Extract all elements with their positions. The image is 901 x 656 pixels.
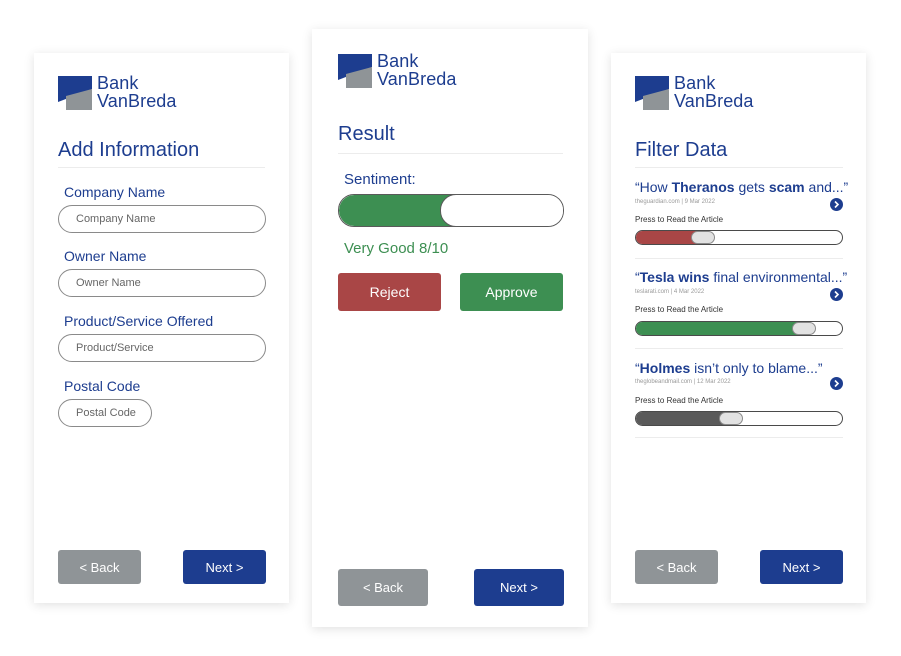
article-source: theguardian.com | 9 Mar 2022 [635,199,715,205]
sentiment-meter [338,194,564,227]
approve-button[interactable]: Approve [460,273,563,311]
sentiment-label: Sentiment: [344,171,416,188]
next-button[interactable]: Next > [474,569,564,606]
reject-button[interactable]: Reject [338,273,441,311]
add-information-screen: Bank VanBreda Add Information Company Na… [34,53,289,603]
owner-name-input[interactable] [58,269,266,297]
chevron-right-icon[interactable] [830,288,843,301]
brand-line1: Bank [674,73,716,93]
bank-logo-icon [58,76,92,110]
page-title: Add Information [58,139,200,161]
page-title: Filter Data [635,139,728,161]
postal-code-input[interactable] [58,399,152,427]
article-sentiment-bar [635,230,843,245]
article-press-label: Press to Read the Article [635,215,724,224]
next-button[interactable]: Next > [760,550,843,584]
article-press-label: Press to Read the Article [635,396,724,405]
brand-line2: VanBreda [377,69,457,89]
page-title: Result [338,123,395,145]
article-sentiment-knob [719,412,743,425]
brand-line2: VanBreda [97,91,177,111]
article-press-label: Press to Read the Article [635,305,724,314]
sentiment-meter-knob [440,195,563,226]
article-source: theglobeandmail.com | 12 Mar 2022 [635,379,731,385]
company-name-label: Company Name [64,184,166,200]
brand-line2: VanBreda [674,91,754,111]
back-button[interactable]: < Back [338,569,428,606]
article-divider [635,348,843,349]
article-divider [635,258,843,259]
article-title[interactable]: “How Theranos gets scam and...” [635,179,848,195]
owner-name-label: Owner Name [64,248,147,264]
article-sentiment-bar [635,411,843,426]
brand-line1: Bank [377,51,419,71]
article-title[interactable]: “Holmes isn’t only to blame...” [635,360,823,376]
chevron-right-icon[interactable] [830,198,843,211]
bank-logo-icon [338,54,372,88]
filter-data-screen: Bank VanBreda Filter Data “How Theranos … [611,53,866,603]
chevron-right-icon[interactable] [830,377,843,390]
article-divider [635,437,843,438]
title-divider [58,167,265,168]
product-service-input[interactable] [58,334,266,362]
result-screen: Bank VanBreda Result Sentiment: Very Goo… [312,29,588,627]
back-button[interactable]: < Back [58,550,141,584]
article-sentiment-knob [691,231,715,244]
bank-logo-icon [635,76,669,110]
article-source: teslarati.com | 4 Mar 2022 [635,289,705,295]
postal-code-label: Postal Code [64,378,141,394]
product-service-label: Product/Service Offered [64,313,214,329]
article-sentiment-fill [636,412,731,425]
article-title[interactable]: “Tesla wins final environmental...” [635,269,847,285]
article-sentiment-bar [635,321,843,336]
article-sentiment-fill [636,322,804,335]
company-name-input[interactable] [58,205,266,233]
sentiment-rating: Very Good 8/10 [344,240,449,257]
back-button[interactable]: < Back [635,550,718,584]
title-divider [635,167,843,168]
article-sentiment-knob [792,322,816,335]
title-divider [338,153,563,154]
next-button[interactable]: Next > [183,550,266,584]
brand-line1: Bank [97,73,139,93]
